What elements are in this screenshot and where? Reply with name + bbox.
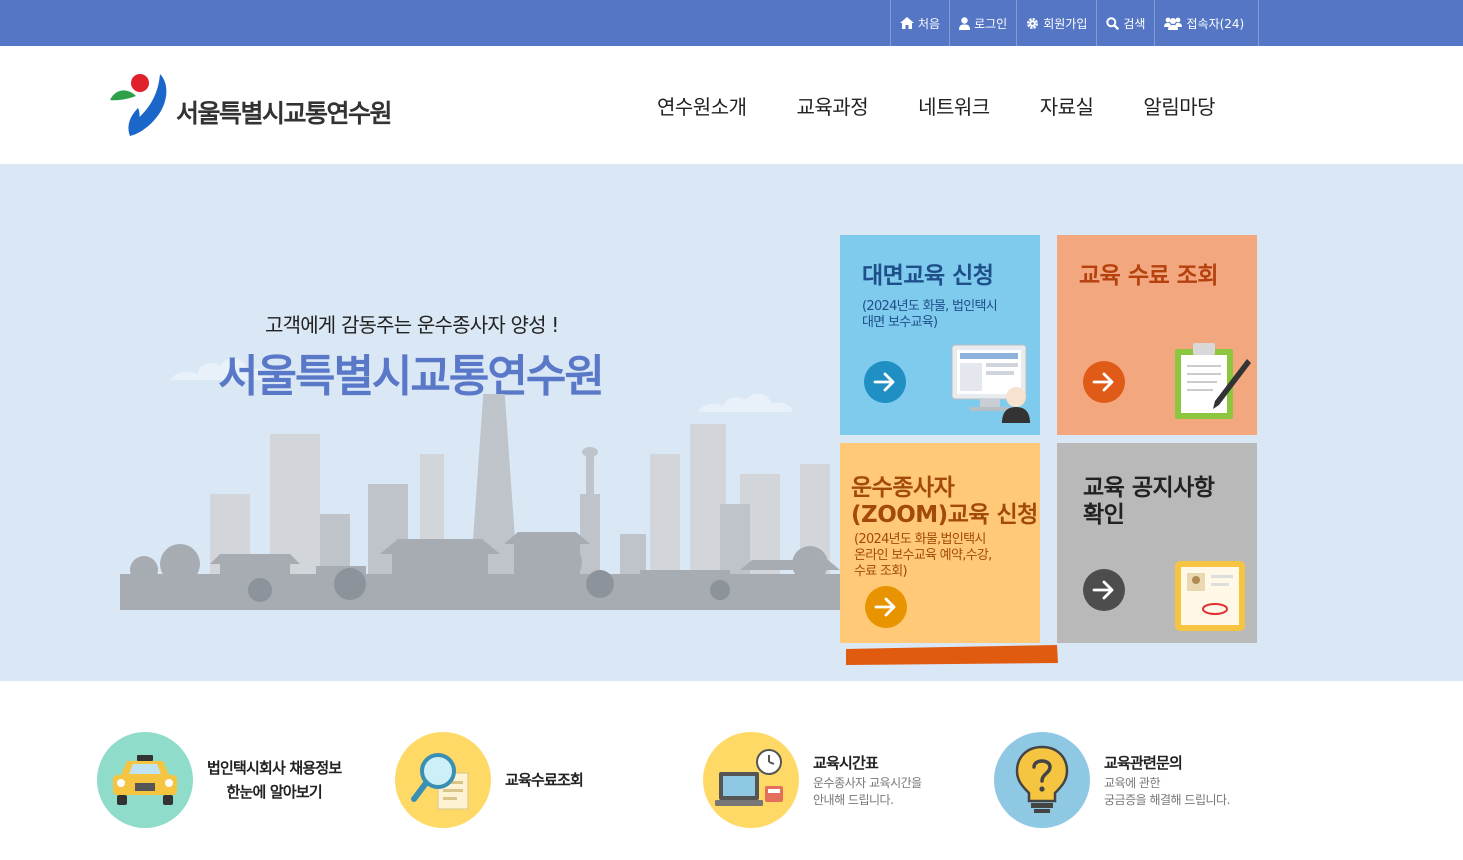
quick-link-desc: 안내해 드립니다.	[813, 793, 894, 807]
question-bulb-icon	[1015, 745, 1069, 813]
quick-link-circle	[97, 732, 193, 828]
site-logo[interactable]: 서울특별시교통연수원	[108, 68, 393, 140]
highlight-underline-mark	[846, 645, 1058, 665]
quick-link-desc: 궁금증을 해결해 드립니다.	[1104, 793, 1230, 807]
tile-desc: (2024년도 화물, 법인택시 대면 보수교육)	[862, 299, 998, 331]
tile-education-notices[interactable]: 교육 공지사항 확인	[1057, 443, 1257, 643]
home-link-label: 처음	[918, 16, 941, 31]
quick-link-text: 교육시간표 운수종사자 교육시간을 안내해 드립니다.	[813, 751, 922, 809]
home-icon	[900, 17, 914, 29]
quick-link-title: 법인택시회사 채용정보	[207, 759, 342, 777]
tile-title-line: 교육 공지사항	[1083, 475, 1215, 501]
arrow-right-icon	[1092, 372, 1114, 392]
tile-arrow-button[interactable]	[1083, 569, 1125, 611]
home-link[interactable]: 처음	[890, 0, 949, 46]
tile-offline-education-apply[interactable]: 대면교육 신청 (2024년도 화물, 법인택시 대면 보수교육)	[840, 235, 1040, 435]
hero-banner: 고객에게 감동주는 운수종사자 양성 ! 서울특별시교통연수원 대면교육 신청 …	[0, 164, 1463, 681]
quick-link-desc: 교육에 관한	[1104, 776, 1161, 790]
quick-link-title: 교육관련문의	[1104, 754, 1183, 772]
tile-zoom-education-apply[interactable]: 운수종사자 (ZOOM)교육 신청 (2024년도 화물,법인택시 온라인 보수…	[840, 443, 1040, 643]
site-header: 서울특별시교통연수원 연수원소개 교육과정 네트워크 자료실 알림마당	[0, 46, 1463, 164]
tile-desc-line: (2024년도 화물,법인택시	[854, 532, 986, 547]
tile-title-line: 운수종사자	[851, 475, 955, 501]
quick-link-completion[interactable]: 교육수료조회	[395, 730, 584, 830]
clipboard-pen-icon	[1175, 343, 1251, 419]
login-link[interactable]: 로그인	[949, 0, 1016, 46]
folder-document-icon	[1175, 561, 1245, 631]
tile-title: 대면교육 신청	[862, 263, 994, 289]
search-icon	[1106, 16, 1120, 30]
quick-link-title: 한눈에 알아보기	[226, 783, 323, 801]
quick-link-text: 법인택시회사 채용정보 한눈에 알아보기	[207, 756, 342, 804]
tile-desc-line: 대면 보수교육)	[862, 315, 938, 330]
signup-link[interactable]: 회원가입	[1016, 0, 1096, 46]
seoul-logo-icon	[110, 74, 167, 136]
tile-arrow-button[interactable]	[865, 586, 907, 628]
tile-title: 교육 수료 조회	[1079, 263, 1218, 289]
signup-link-label: 회원가입	[1043, 16, 1088, 31]
tile-title-line: (ZOOM)교육 신청	[851, 502, 1038, 528]
top-utility-bar: 처음 로그인 회원가입 검색 접속자(24)	[0, 0, 1463, 46]
utility-links: 처음 로그인 회원가입 검색 접속자(24)	[890, 0, 1260, 46]
tile-desc-line: 온라인 보수교육 예약,수강,	[854, 548, 992, 563]
tile-desc-line: (2024년도 화물, 법인택시	[862, 299, 998, 314]
clock-computer-icon	[715, 749, 783, 806]
magnifier-document-icon	[411, 753, 469, 810]
quick-link-circle	[703, 732, 799, 828]
taxi-icon	[113, 755, 177, 805]
quick-link-taxi-jobs[interactable]: 법인택시회사 채용정보 한눈에 알아보기	[97, 730, 342, 830]
login-link-label: 로그인	[974, 16, 1008, 31]
nav-resources[interactable]: 자료실	[1040, 91, 1094, 120]
quick-link-text: 교육수료조회	[505, 768, 584, 792]
search-link-label: 검색	[1123, 16, 1146, 31]
quick-link-title: 교육수료조회	[505, 771, 584, 789]
nav-about[interactable]: 연수원소개	[657, 91, 747, 120]
tile-title-line: 확인	[1083, 502, 1125, 528]
tile-arrow-button[interactable]	[1083, 361, 1125, 403]
visitors-link-label: 접속자(24)	[1186, 16, 1245, 31]
arrow-right-icon	[874, 597, 896, 617]
tile-desc-line: 수료 조회)	[854, 564, 908, 579]
computer-user-icon	[951, 344, 1030, 423]
nav-notices[interactable]: 알림마당	[1143, 91, 1215, 120]
tile-arrow-button[interactable]	[864, 361, 906, 403]
tile-title: 교육 공지사항 확인	[1083, 475, 1215, 529]
gear-icon	[1027, 17, 1039, 29]
quick-link-circle	[994, 732, 1090, 828]
quick-link-title: 교육시간표	[813, 754, 879, 772]
nav-courses[interactable]: 교육과정	[797, 91, 869, 120]
quick-link-text: 교육관련문의 교육에 관한 궁금증을 해결해 드립니다.	[1104, 751, 1230, 809]
hero-subtitle: 고객에게 감동주는 운수종사자 양성 !	[265, 313, 559, 337]
tile-completion-check[interactable]: 교육 수료 조회	[1057, 235, 1257, 435]
logo-text: 서울특별시교통연수원	[176, 99, 393, 128]
search-link[interactable]: 검색	[1096, 0, 1154, 46]
quick-link-circle	[395, 732, 491, 828]
arrow-right-icon	[873, 372, 895, 392]
tile-desc: (2024년도 화물,법인택시 온라인 보수교육 예약,수강, 수료 조회)	[854, 532, 992, 580]
tile-title: 운수종사자 (ZOOM)교육 신청	[851, 475, 1038, 529]
users-icon	[1164, 17, 1183, 30]
arrow-right-icon	[1092, 580, 1114, 600]
nav-network[interactable]: 네트워크	[918, 91, 990, 120]
quick-link-schedule[interactable]: 교육시간표 운수종사자 교육시간을 안내해 드립니다.	[703, 730, 922, 830]
quick-link-inquiry[interactable]: 교육관련문의 교육에 관한 궁금증을 해결해 드립니다.	[994, 730, 1230, 830]
cityscape-illustration	[120, 394, 840, 610]
user-icon	[959, 16, 971, 30]
main-navigation: 연수원소개 교육과정 네트워크 자료실 알림마당	[632, 46, 1240, 164]
quick-link-desc: 운수종사자 교육시간을	[813, 776, 922, 790]
visitors-link[interactable]: 접속자(24)	[1154, 0, 1260, 46]
